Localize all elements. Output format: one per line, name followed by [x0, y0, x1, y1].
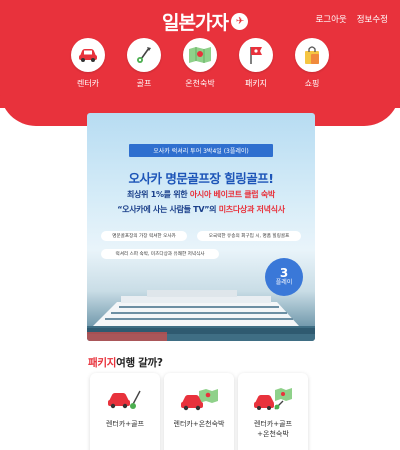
banner-pill: 럭셔리 스파 숙박, 미츠다상과 유쾌한 저녁식사 — [101, 249, 219, 259]
play-count: 3 — [279, 266, 289, 280]
category-onsen[interactable]: 온천숙박 — [180, 38, 220, 89]
banner-pill: 명문골프장의 가장 럭셔한 오사카 — [101, 231, 187, 241]
top-links: 로그아웃 정보수정 — [315, 13, 388, 25]
logo[interactable]: 일본가자 ✈ — [162, 8, 248, 35]
category-golf[interactable]: 골프 — [124, 38, 164, 89]
section-title: 패키지여행 갈까? — [88, 357, 163, 369]
logout-link[interactable]: 로그아웃 — [315, 13, 346, 25]
package-label: 렌터카+골프 +온천숙박 — [253, 420, 293, 438]
banner-line-1: 최상위 1%를 위한 아시아 베이코트 클럽 숙박 — [127, 190, 275, 199]
shopping-bag-icon — [295, 38, 329, 72]
category-label: 쇼핑 — [304, 79, 320, 88]
edit-profile-link[interactable]: 정보수정 — [357, 13, 388, 25]
category-nav: 렌터카 골프 온천숙박 패키지 쇼핑 — [0, 38, 400, 89]
package-cards: 렌터카+골프 렌터카+온천숙박 렌터카+골프 +온천숙박 — [90, 373, 308, 450]
package-label: 렌터카+골프 — [105, 420, 145, 428]
package-card-rentcar-onsen[interactable]: 렌터카+온천숙박 — [164, 373, 234, 450]
banner-line-2: “오사카에 사는 사람들 TV”의 미츠다상과 저녁식사 — [117, 205, 285, 214]
banner-pill: 오국럭한 유송의 회구입 시, 명품 힐링골프 — [197, 231, 301, 241]
onsen-map-icon — [183, 38, 217, 72]
category-package[interactable]: 패키지 — [236, 38, 276, 89]
package-label: 렌터카+온천숙박 — [173, 420, 225, 428]
cruise-ship-image — [87, 290, 315, 341]
promo-banner[interactable]: 오사카 럭셔리 투어 3박4일 (3플레이) 오사카 명문골프장 힐링골프! 최… — [87, 113, 315, 341]
flag-icon — [239, 38, 273, 72]
golf-icon — [127, 38, 161, 72]
category-shopping[interactable]: 쇼핑 — [292, 38, 332, 89]
car-golf-icon — [108, 390, 141, 409]
banner-title: 오사카 명문골프장 힐링골프! — [128, 171, 274, 186]
car-golf-onsen-icon — [254, 388, 292, 410]
category-rentcar[interactable]: 렌터카 — [68, 38, 108, 89]
airplane-icon: ✈ — [230, 13, 248, 30]
category-label: 온천숙박 — [185, 79, 215, 88]
package-card-rentcar-golf[interactable]: 렌터카+골프 — [90, 373, 160, 450]
banner-tag: 오사카 럭셔리 투어 3박4일 (3플레이) — [129, 144, 273, 157]
category-label: 렌터카 — [76, 79, 100, 88]
category-label: 패키지 — [244, 79, 268, 88]
category-label: 골프 — [136, 79, 152, 88]
car-onsen-icon — [181, 389, 218, 411]
logo-text: 일본가자 — [162, 12, 229, 34]
package-card-rentcar-golf-onsen[interactable]: 렌터카+골프 +온천숙박 — [238, 373, 308, 450]
play-label: 플레이 — [275, 279, 293, 286]
car-icon — [71, 38, 105, 72]
